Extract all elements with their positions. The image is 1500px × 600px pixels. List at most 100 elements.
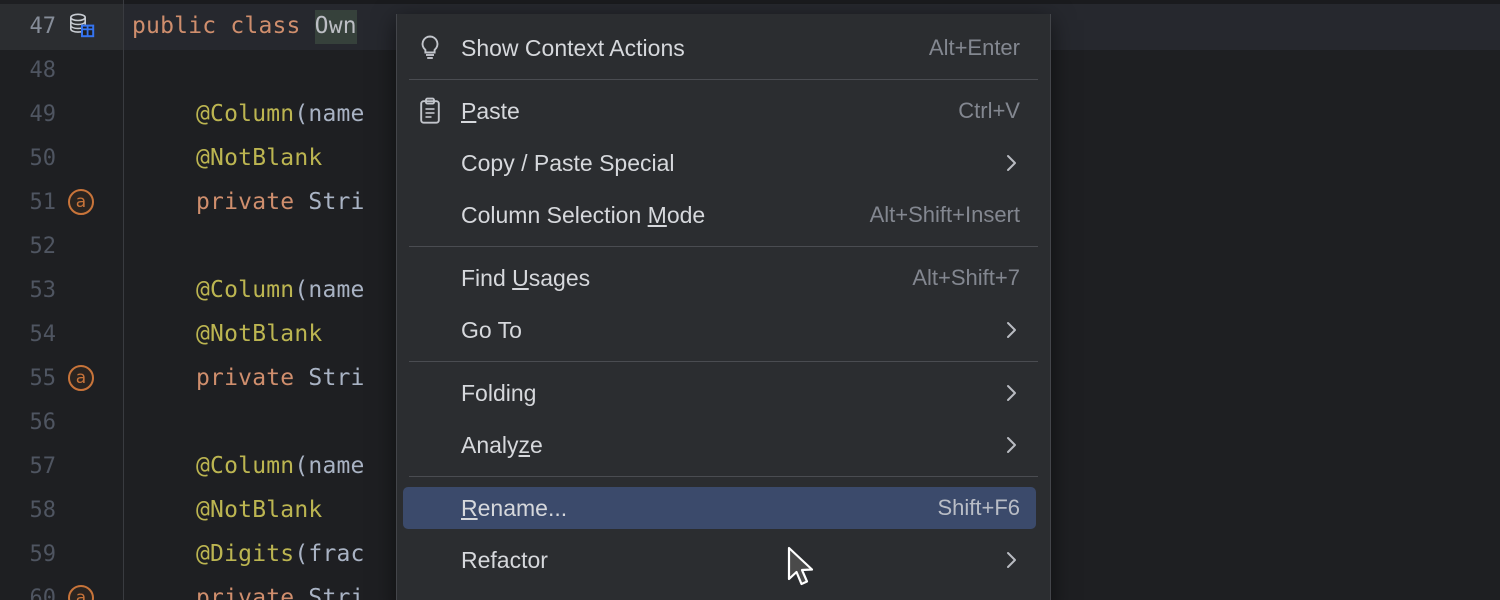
menu-item-analyze[interactable]: Analyze	[397, 419, 1050, 471]
menu-item-label: Find Usages	[461, 264, 591, 291]
menu-item-shortcut: Alt+Enter	[928, 35, 1020, 60]
chevron-right-icon	[1005, 550, 1019, 570]
code-text: @NotBlank	[196, 145, 322, 171]
mnemonic-letter: R	[461, 494, 478, 521]
code-token: private	[196, 365, 309, 391]
line-number: 56	[29, 409, 57, 435]
code-token: @Column	[196, 277, 295, 303]
clipboard-icon	[418, 97, 442, 125]
mnemonic-letter: P	[461, 97, 477, 124]
line-number: 60	[29, 585, 57, 600]
submenu-chevron	[1004, 434, 1020, 456]
code-token: Stri	[308, 365, 365, 391]
gutter-icon[interactable]: a	[64, 185, 98, 219]
menu-item-inner: Find Usages Alt+Shift+7	[403, 257, 1036, 299]
code-token: name	[308, 101, 365, 127]
line-number: 50	[29, 145, 57, 171]
mnemonic-letter: M	[647, 201, 667, 228]
annotation-badge-letter: a	[68, 365, 94, 391]
menu-item-label: Refactor	[461, 546, 548, 573]
code-token: private	[196, 189, 309, 215]
code-token: @Digits	[196, 541, 295, 567]
menu-item-go-to[interactable]: Go To	[397, 304, 1050, 356]
code-token: name	[308, 453, 365, 479]
context-menu-items: Show Context Actions Alt+Enter Paste Ctrl+V…	[397, 22, 1050, 586]
code-token: (	[294, 277, 309, 303]
line-number: 57	[29, 453, 57, 479]
gutter-icon[interactable]	[64, 9, 98, 43]
menu-item-inner: Show Context Actions Alt+Enter	[403, 27, 1036, 69]
code-text: private Stri	[196, 585, 365, 600]
code-text: @Column(name	[196, 277, 365, 303]
menu-item-label: Show Context Actions	[461, 34, 685, 61]
annotation-badge-letter: a	[68, 585, 94, 600]
menu-item-label: Folding	[461, 379, 537, 406]
code-token: (	[294, 541, 309, 567]
chevron-right-icon	[1005, 320, 1019, 340]
menu-item-paste[interactable]: Paste Ctrl+V	[397, 85, 1050, 137]
chevron-right-icon	[1005, 383, 1019, 403]
menu-item-label: Copy / Paste Special	[461, 149, 675, 176]
submenu-chevron	[1004, 549, 1020, 571]
menu-item-label: Column Selection Mode	[461, 201, 706, 228]
menu-item-find-usages[interactable]: Find Usages Alt+Shift+7	[397, 252, 1050, 304]
menu-item-inner: Paste Ctrl+V	[403, 90, 1036, 132]
code-text: @NotBlank	[196, 497, 322, 523]
menu-separator	[409, 246, 1038, 247]
annotation-icon: a	[68, 585, 94, 600]
line-number: 58	[29, 497, 57, 523]
code-text: @Column(name	[196, 101, 365, 127]
menu-item-shortcut: Ctrl+V	[958, 98, 1020, 123]
menu-item-folding[interactable]: Folding	[397, 367, 1050, 419]
menu-item-inner: Folding	[403, 372, 1036, 414]
menu-item-rename[interactable]: Rename... Shift+F6	[397, 482, 1050, 534]
menu-item-refactor[interactable]: Refactor	[397, 534, 1050, 586]
menu-item-icon-slot	[413, 263, 447, 293]
mnemonic-letter: U	[512, 264, 529, 291]
code-token: @Column	[196, 453, 295, 479]
menu-item-label: Analyze	[461, 431, 543, 458]
code-token: Stri	[308, 585, 365, 600]
line-number: 54	[29, 321, 57, 347]
editor-context-menu[interactable]: Show Context Actions Alt+Enter Paste Ctrl+V…	[396, 14, 1051, 600]
code-text: public class Own	[132, 10, 357, 44]
annotation-badge-letter: a	[68, 189, 94, 215]
code-token: @Column	[196, 101, 295, 127]
menu-item-inner: Analyze	[403, 424, 1036, 466]
menu-item-icon-slot	[413, 430, 447, 460]
menu-item-label: Paste	[461, 97, 520, 124]
menu-item-inner: Refactor	[403, 539, 1036, 581]
gutter-icon[interactable]: a	[64, 361, 98, 395]
code-token: (	[294, 101, 309, 127]
gutter-icon[interactable]: a	[64, 581, 98, 600]
line-number: 48	[29, 57, 57, 83]
code-token: @NotBlank	[196, 145, 323, 171]
menu-item-inner: Rename... Shift+F6	[403, 487, 1036, 529]
submenu-chevron	[1004, 319, 1020, 341]
menu-item-column-selection-mode[interactable]: Column Selection Mode Alt+Shift+Insert	[397, 189, 1050, 241]
chevron-right-icon	[1005, 153, 1019, 173]
annotation-icon: a	[68, 189, 94, 215]
menu-item-icon-slot	[413, 200, 447, 230]
code-token: private	[196, 585, 309, 600]
code-token: @NotBlank	[196, 497, 323, 523]
code-text: @NotBlank	[196, 321, 322, 347]
code-token: public	[132, 13, 231, 39]
lightbulb-icon	[413, 33, 447, 63]
code-text: private Stri	[196, 189, 365, 215]
line-number: 51	[29, 189, 57, 215]
code-token: frac	[308, 541, 365, 567]
code-token: Own	[314, 10, 357, 44]
code-text: @Digits(frac	[196, 541, 365, 567]
lightbulb-icon	[417, 34, 443, 62]
line-number: 49	[29, 101, 57, 127]
menu-item-show-context-actions[interactable]: Show Context Actions Alt+Enter	[397, 22, 1050, 74]
code-token: name	[308, 277, 365, 303]
line-number: 55	[29, 365, 57, 391]
menu-item-label: Rename...	[461, 494, 568, 521]
menu-item-icon-slot	[413, 545, 447, 575]
menu-item-copy-paste-special[interactable]: Copy / Paste Special	[397, 137, 1050, 189]
menu-item-icon-slot	[413, 148, 447, 178]
clipboard-icon	[413, 96, 447, 126]
menu-item-shortcut: Alt+Shift+Insert	[869, 202, 1020, 227]
